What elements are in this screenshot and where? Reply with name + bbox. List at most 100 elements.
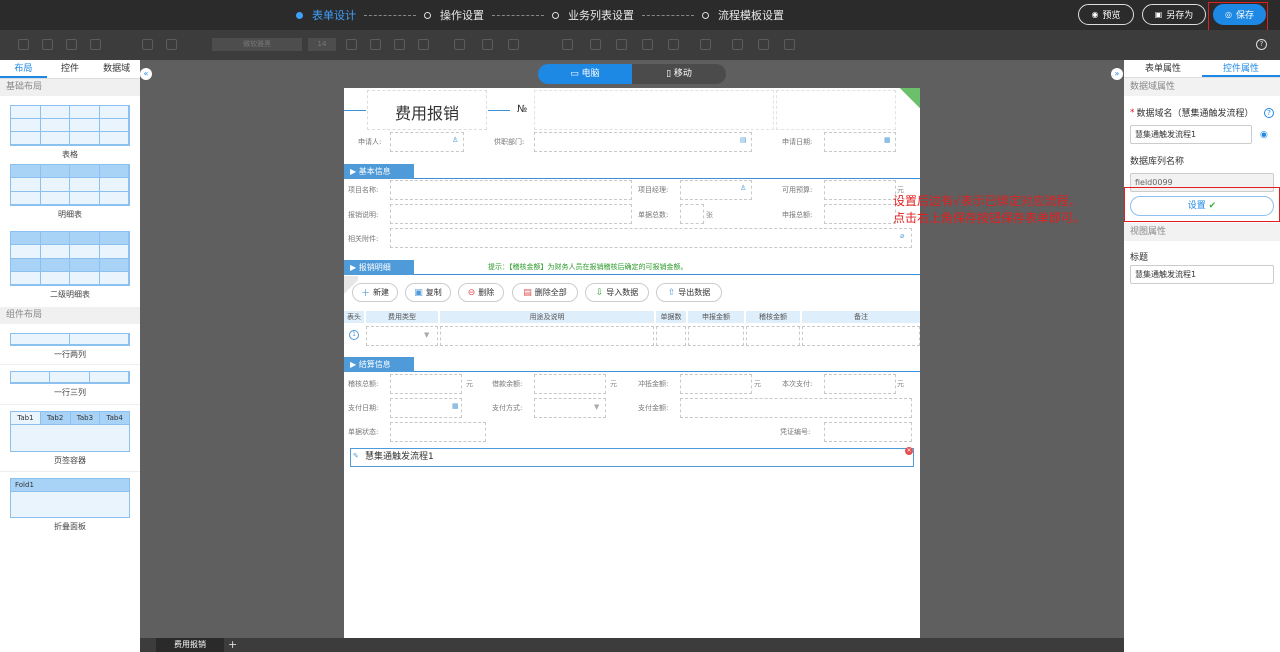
- layout-item-detail2[interactable]: 二级明细表: [0, 231, 140, 307]
- offset-amount-field[interactable]: [680, 374, 752, 394]
- tab-layout[interactable]: 布局: [0, 60, 47, 78]
- step-dot-icon: [702, 11, 709, 19]
- user-picker-icon[interactable]: ♙: [740, 184, 746, 192]
- voucher-no-field[interactable]: [824, 422, 912, 442]
- export-data-button[interactable]: ⇧ 导出数据: [656, 283, 722, 302]
- step-process-template-settings[interactable]: 流程模板设置: [702, 7, 784, 23]
- data-domain-input[interactable]: 慧集通触发流程1: [1130, 125, 1252, 144]
- user-picker-icon[interactable]: ♙: [452, 136, 458, 144]
- save-as-button[interactable]: ▣ 另存为: [1142, 4, 1206, 25]
- help-icon[interactable]: ?: [1264, 107, 1274, 118]
- applicant-label: 申请人:: [358, 138, 382, 146]
- layout-item-two-col[interactable]: 一行两列: [0, 324, 140, 365]
- remove-control-icon[interactable]: ×: [905, 447, 913, 455]
- layout-item-fold-panel[interactable]: Fold1 折叠面板: [0, 472, 140, 538]
- doc-status-field[interactable]: [390, 422, 486, 442]
- merge-icon[interactable]: [562, 39, 573, 50]
- device-pc-tab[interactable]: ▭ 电脑: [538, 64, 632, 84]
- row-number: 1: [349, 330, 359, 340]
- loan-balance-field[interactable]: [534, 374, 606, 394]
- format-brush-icon[interactable]: [758, 39, 769, 50]
- usage-cell[interactable]: [440, 326, 654, 346]
- dept-field[interactable]: [534, 132, 752, 152]
- delete-all-button[interactable]: ▤ 删除全部: [512, 283, 578, 302]
- db-column-label: 数据库列名称: [1130, 157, 1185, 167]
- underline-icon[interactable]: [394, 39, 405, 50]
- step-form-design[interactable]: 表单设计: [296, 7, 356, 23]
- audit-total-label: 稽核总额:: [348, 380, 379, 388]
- dropdown-arrow-icon[interactable]: ▼: [594, 403, 599, 411]
- audit-amount-cell[interactable]: [746, 326, 800, 346]
- project-name-label: 项目名称:: [348, 186, 379, 194]
- process-trigger-field[interactable]: 慧集通触发流程1: [350, 448, 914, 467]
- collapse-left-icon[interactable]: «: [140, 68, 152, 80]
- add-sheet-icon[interactable]: +: [228, 638, 237, 651]
- tab-controls[interactable]: 控件: [47, 60, 94, 78]
- split-icon[interactable]: [590, 39, 601, 50]
- calendar-icon[interactable]: ▦: [452, 402, 459, 410]
- bill-total-field[interactable]: [680, 204, 704, 224]
- fill-color-icon[interactable]: [454, 39, 465, 50]
- line-style-icon[interactable]: [700, 39, 711, 50]
- title-input[interactable]: 慧集通触发流程1: [1130, 265, 1274, 284]
- dept-picker-icon[interactable]: ▤: [740, 136, 747, 144]
- apply-amount-cell[interactable]: [688, 326, 744, 346]
- insert-col-icon[interactable]: [642, 39, 653, 50]
- import-data-button[interactable]: ⇩ 导入数据: [585, 283, 649, 302]
- new-row-button[interactable]: ＋新建: [352, 283, 398, 302]
- copy-icon[interactable]: [66, 39, 77, 50]
- project-name-field[interactable]: [390, 180, 632, 200]
- layout-item-table[interactable]: 表格: [0, 96, 140, 163]
- font-size-select[interactable]: 14: [308, 38, 336, 51]
- step-business-list-settings[interactable]: 业务列表设置: [552, 7, 634, 23]
- data-domain-picker-icon[interactable]: ◉: [1260, 130, 1268, 140]
- copy-row-button[interactable]: ▣ 复制: [405, 283, 451, 302]
- paste-icon[interactable]: [90, 39, 101, 50]
- bold-icon[interactable]: [346, 39, 357, 50]
- audit-total-field[interactable]: [390, 374, 462, 394]
- attachment-field[interactable]: [390, 228, 912, 248]
- device-mobile-tab[interactable]: ▯ 移动: [632, 64, 726, 84]
- preview-button[interactable]: ◉ 预览: [1078, 4, 1134, 25]
- collapse-right-icon[interactable]: »: [1111, 68, 1123, 80]
- unit-yuan: 元: [466, 380, 473, 388]
- valign-icon[interactable]: [508, 39, 519, 50]
- insert-row-icon[interactable]: [616, 39, 627, 50]
- this-pay-field[interactable]: [824, 374, 896, 394]
- dropdown-arrow-icon[interactable]: ▼: [424, 331, 429, 339]
- apply-total-field[interactable]: [824, 204, 896, 224]
- undo-icon[interactable]: [142, 39, 153, 50]
- help-icon[interactable]: ?: [1256, 39, 1267, 50]
- paperclip-icon[interactable]: ⌀: [900, 232, 904, 240]
- align-icon[interactable]: [482, 39, 493, 50]
- unit-yuan: 元: [754, 380, 761, 388]
- sheet-tab[interactable]: 费用报销: [156, 638, 224, 652]
- tab-form-properties[interactable]: 表单属性: [1124, 60, 1202, 77]
- remark-cell[interactable]: [802, 326, 920, 346]
- project-manager-label: 项目经理:: [638, 186, 669, 194]
- calendar-icon[interactable]: ▦: [884, 136, 891, 144]
- save-tool-icon[interactable]: [18, 39, 29, 50]
- font-color-icon[interactable]: [418, 39, 429, 50]
- bill-count-cell[interactable]: [656, 326, 686, 346]
- tab-control-properties[interactable]: 控件属性: [1202, 60, 1280, 77]
- apply-total-label: 申报总额:: [782, 211, 813, 219]
- tab-data-domain[interactable]: 数据域: [93, 60, 140, 78]
- form-title[interactable]: 费用报销: [367, 100, 487, 124]
- delete-row-button[interactable]: ⊖ 删除: [458, 283, 504, 302]
- reimb-desc-field[interactable]: [390, 204, 632, 224]
- layout-item-tab-container[interactable]: Tab1 Tab2 Tab3 Tab4 页签容器: [0, 405, 140, 472]
- font-family-select[interactable]: 微软雅黑: [212, 38, 302, 51]
- cut-icon[interactable]: [42, 39, 53, 50]
- layout-icon[interactable]: [784, 39, 795, 50]
- pay-amount-field[interactable]: [680, 398, 912, 418]
- available-budget-field[interactable]: [824, 180, 896, 200]
- layout-item-detail[interactable]: 明细表: [0, 163, 140, 231]
- redo-icon[interactable]: [166, 39, 177, 50]
- voucher-no-label: 凭证编号:: [780, 428, 811, 436]
- step-operation-settings[interactable]: 操作设置: [424, 7, 484, 23]
- border-icon[interactable]: [668, 39, 679, 50]
- italic-icon[interactable]: [370, 39, 381, 50]
- line-color-icon[interactable]: [732, 39, 743, 50]
- layout-item-three-col[interactable]: 一行三列: [0, 365, 140, 405]
